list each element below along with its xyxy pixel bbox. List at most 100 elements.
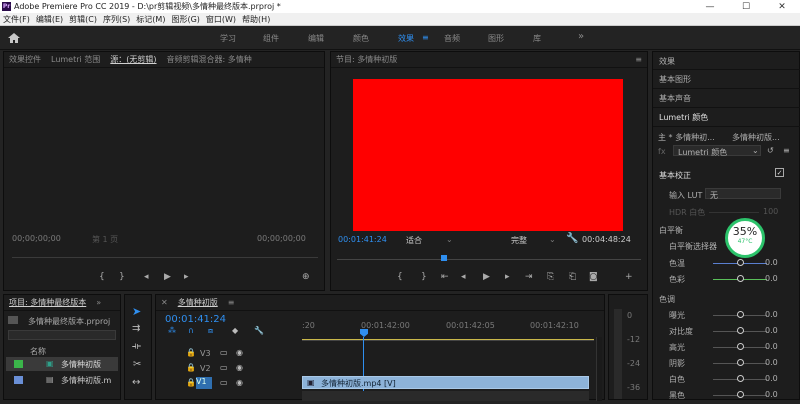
- tab-libraries[interactable]: 库: [533, 33, 541, 44]
- tone-value[interactable]: 0.0: [765, 390, 778, 399]
- tab-color[interactable]: 颜色: [353, 33, 369, 44]
- tone-label[interactable]: 色调: [659, 294, 675, 305]
- master-clip-label[interactable]: 主 * 多情种初...: [658, 132, 715, 143]
- lock-icon[interactable]: 🔒: [186, 363, 196, 372]
- tone-value[interactable]: 0.0: [765, 310, 778, 319]
- essential-graphics-header[interactable]: 基本图形: [659, 74, 691, 85]
- track-header-v1[interactable]: 🔒 V1 ▭ ◉: [156, 376, 302, 390]
- tone-knob[interactable]: [737, 327, 744, 334]
- track-header-v3[interactable]: 🔒 V3 ▭ ◉: [156, 346, 302, 360]
- tone-knob[interactable]: [737, 311, 744, 318]
- menu-clip[interactable]: 剪辑(C): [66, 14, 100, 25]
- project-search-input[interactable]: [8, 330, 116, 340]
- workspace-menu-icon[interactable]: ≡: [422, 33, 429, 42]
- source-settings-icon[interactable]: ⊕: [302, 272, 310, 282]
- menu-window[interactable]: 窗口(W): [203, 14, 239, 25]
- time-ruler[interactable]: [302, 333, 594, 341]
- play-icon[interactable]: ▶: [483, 272, 490, 282]
- step-forward-icon[interactable]: ▸: [505, 272, 510, 282]
- project-item-row[interactable]: ▤ 多情种初版.m: [6, 373, 118, 387]
- maximize-button[interactable]: ☐: [728, 2, 764, 12]
- effects-panel-header[interactable]: 效果: [659, 56, 675, 67]
- track-header-v2[interactable]: 🔒 V2 ▭ ◉: [156, 361, 302, 375]
- menu-help[interactable]: 帮助(H): [239, 14, 273, 25]
- section-menu-icon[interactable]: ≡: [783, 146, 790, 155]
- go-to-out-icon[interactable]: ⇥: [525, 272, 533, 282]
- sync-lock-icon[interactable]: ▭: [220, 363, 228, 372]
- track-label[interactable]: V1: [196, 377, 212, 389]
- eye-icon[interactable]: ◉: [236, 378, 243, 387]
- input-lut-dropdown[interactable]: 无: [705, 188, 781, 200]
- source-mark-out-icon[interactable]: }: [119, 272, 125, 282]
- temperature-knob[interactable]: [737, 259, 744, 266]
- basic-correction-label[interactable]: 基本校正: [659, 170, 691, 181]
- eye-icon[interactable]: ◉: [236, 348, 243, 357]
- program-title[interactable]: 节目: 多情种初版: [331, 54, 402, 65]
- go-to-in-icon[interactable]: ⇤: [441, 272, 449, 282]
- menu-sequence[interactable]: 序列(S): [100, 14, 133, 25]
- reset-icon[interactable]: ↺: [767, 146, 774, 155]
- export-frame-icon[interactable]: ◙: [589, 272, 598, 282]
- temperature-value[interactable]: 0.0: [765, 258, 778, 267]
- tab-lumetri-scopes[interactable]: Lumetri 范围: [46, 54, 105, 65]
- slip-tool-icon[interactable]: ↔: [132, 377, 140, 388]
- source-step-forward-icon[interactable]: ▸: [184, 272, 189, 282]
- tab-assembly[interactable]: 组件: [263, 33, 279, 44]
- timeline-settings-icon[interactable]: 🔧: [254, 326, 264, 335]
- wrench-icon[interactable]: 🔧: [566, 233, 578, 244]
- add-marker-icon[interactable]: ◆: [232, 326, 238, 335]
- fx-toggle-icon[interactable]: fx: [658, 147, 666, 156]
- source-timecode[interactable]: 00;00;00;00: [12, 234, 61, 243]
- tab-graphics[interactable]: 图形: [488, 33, 504, 44]
- lumetri-color-header[interactable]: Lumetri 颜色: [659, 112, 708, 123]
- source-step-back-icon[interactable]: ◂: [144, 272, 149, 282]
- step-back-icon[interactable]: ◂: [461, 272, 466, 282]
- tab-source[interactable]: 源：(无剪辑): [105, 54, 161, 65]
- source-scrubber[interactable]: [12, 257, 318, 258]
- source-mark-in-icon[interactable]: {: [99, 272, 105, 282]
- quality-chevron-icon[interactable]: ⌄: [549, 235, 556, 244]
- more-panels-icon[interactable]: »: [91, 298, 106, 307]
- tint-value[interactable]: 0.0: [765, 274, 778, 283]
- panel-menu-icon[interactable]: ≡: [630, 55, 647, 64]
- button-editor-icon[interactable]: +: [625, 272, 633, 282]
- tone-knob[interactable]: [737, 391, 744, 398]
- mark-out-icon[interactable]: }: [421, 272, 427, 282]
- home-icon[interactable]: [7, 32, 21, 44]
- tint-knob[interactable]: [737, 275, 744, 282]
- project-item-row[interactable]: ▣ 多情种初版: [6, 357, 118, 371]
- timeline-scrollbar[interactable]: [596, 337, 602, 401]
- selection-tool-icon[interactable]: ➤: [132, 305, 141, 318]
- more-workspaces-icon[interactable]: »: [578, 31, 584, 42]
- sequence-tab[interactable]: 多情种初版: [173, 297, 223, 308]
- minimize-button[interactable]: —: [692, 2, 728, 12]
- essential-sound-header[interactable]: 基本声音: [659, 93, 691, 104]
- playhead-icon[interactable]: [441, 255, 447, 261]
- nest-icon[interactable]: ⁂: [168, 326, 176, 335]
- column-name[interactable]: 名称: [30, 346, 46, 357]
- fit-chevron-icon[interactable]: ⌄: [446, 235, 453, 244]
- sync-lock-icon[interactable]: ▭: [220, 348, 228, 357]
- extract-icon[interactable]: ⎗: [569, 272, 576, 282]
- tone-value[interactable]: 0.0: [765, 358, 778, 367]
- close-sequence-icon[interactable]: ✕: [156, 298, 173, 307]
- ripple-edit-tool-icon[interactable]: ⟛: [132, 341, 141, 352]
- linked-selection-icon[interactable]: ⧈: [208, 326, 213, 336]
- menu-edit[interactable]: 编辑(E): [33, 14, 66, 25]
- close-button[interactable]: ✕: [764, 2, 800, 12]
- tab-editing[interactable]: 编辑: [308, 33, 324, 44]
- menu-markers[interactable]: 标记(M): [133, 14, 168, 25]
- fx-dropdown[interactable]: Lumetri 颜色 ⌄: [673, 145, 761, 157]
- tab-audio-mixer[interactable]: 音频剪辑混合器: 多情种: [162, 54, 257, 65]
- mark-in-icon[interactable]: {: [397, 272, 403, 282]
- eye-icon[interactable]: ◉: [236, 363, 243, 372]
- tone-knob[interactable]: [737, 375, 744, 382]
- lock-icon[interactable]: 🔒: [186, 378, 196, 387]
- sequence-menu-icon[interactable]: ≡: [223, 298, 240, 307]
- tone-value[interactable]: 0.0: [765, 326, 778, 335]
- menu-file[interactable]: 文件(F): [0, 14, 33, 25]
- tone-value[interactable]: 0.0: [765, 374, 778, 383]
- tab-audio[interactable]: 音频: [444, 33, 460, 44]
- video-clip[interactable]: ▣ 多情种初版.mp4 [V]: [302, 376, 589, 389]
- basic-enable-checkbox[interactable]: ✓: [775, 168, 784, 177]
